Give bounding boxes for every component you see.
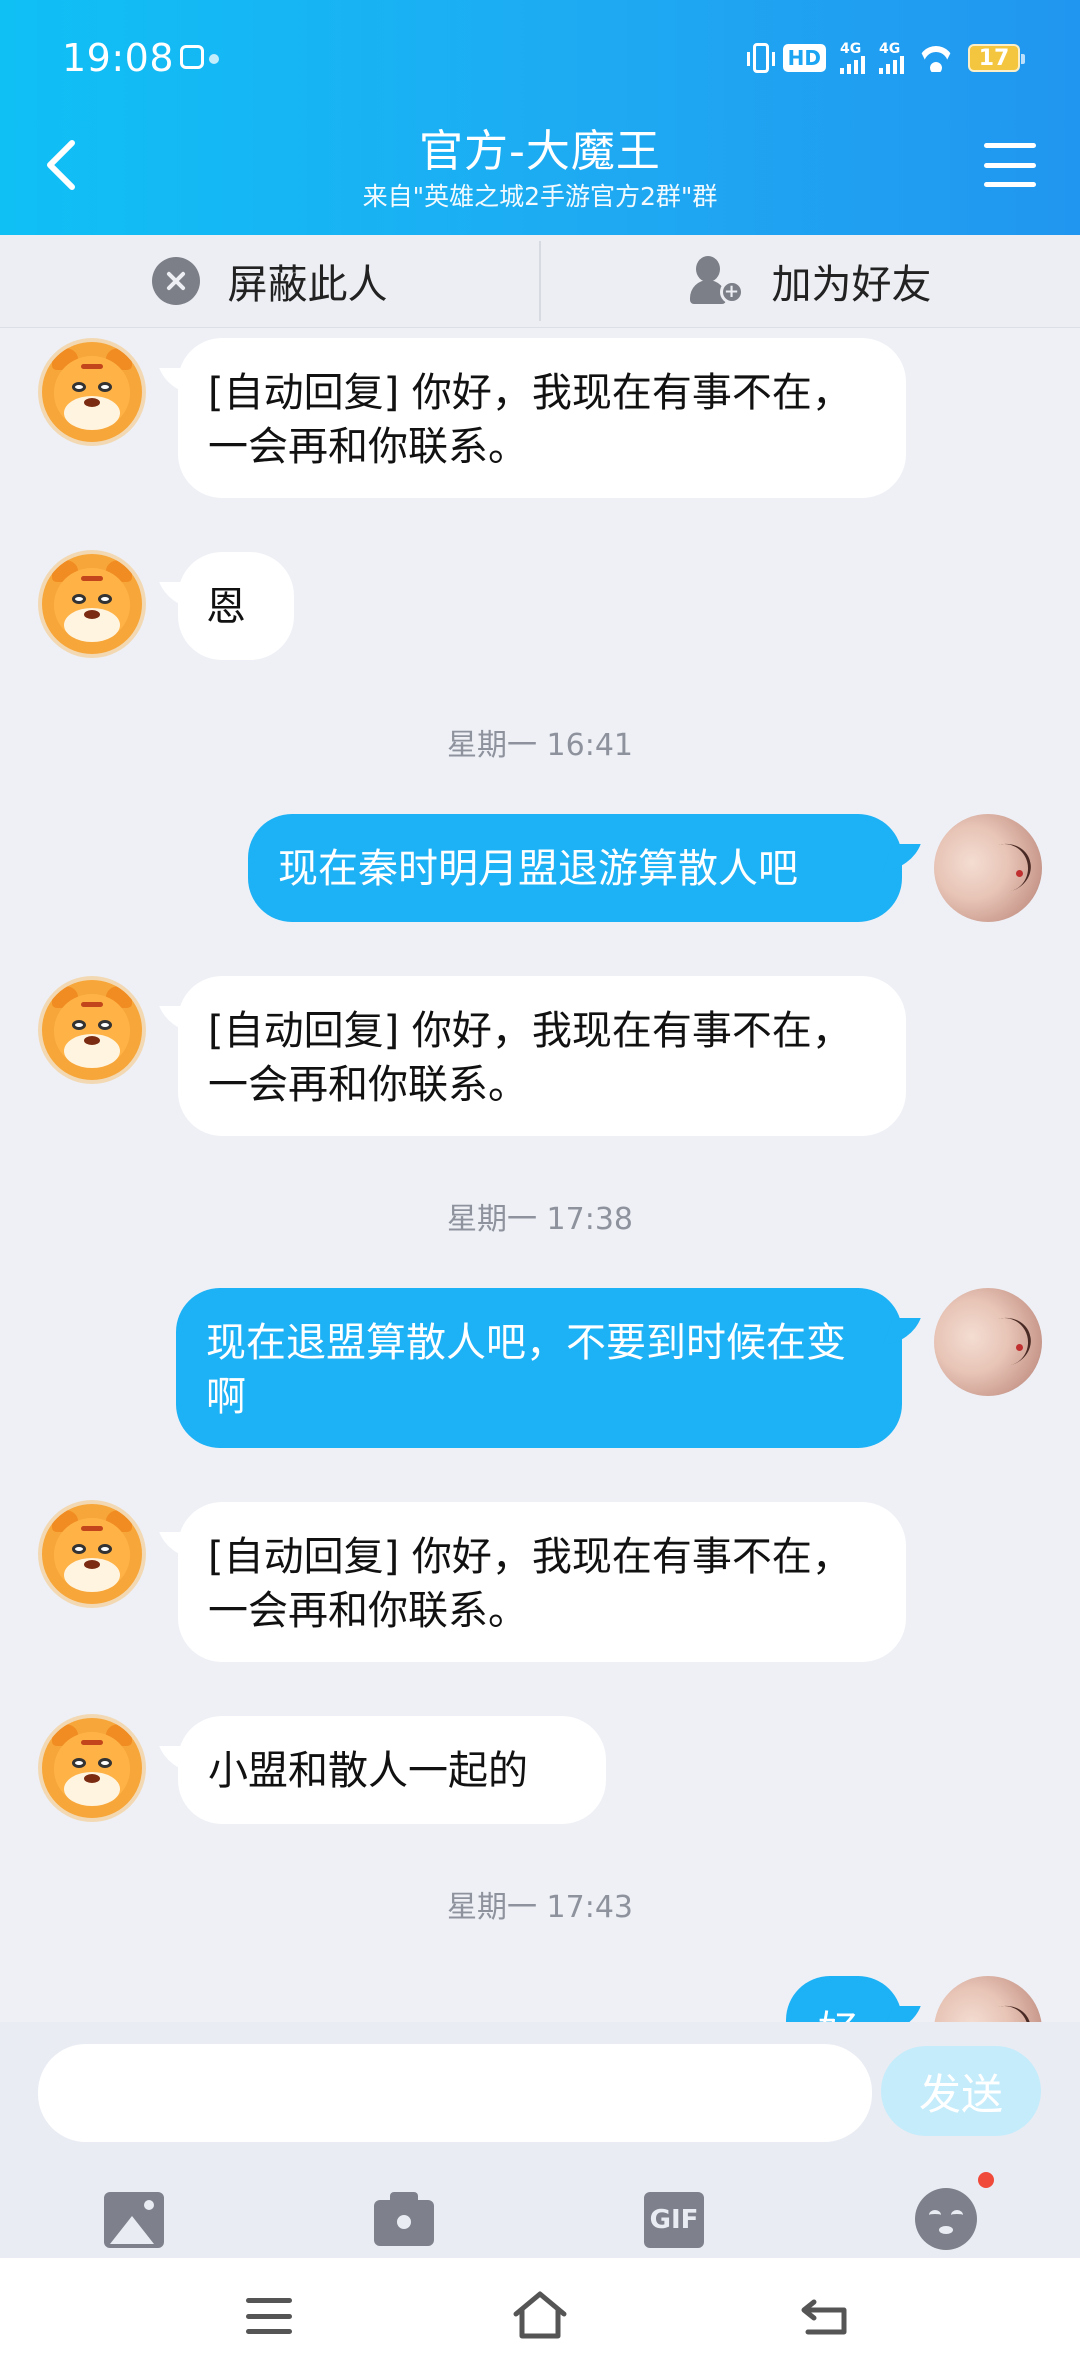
signal-icon-1: 4G: [840, 42, 865, 74]
message-timestamp: 星期一 16:41: [447, 728, 633, 763]
chat-header: 19:08 HD 4G 4G 17 官方-大魔王 来自"英雄之城2手游官方2群"…: [0, 0, 1080, 235]
emoji-icon[interactable]: [915, 2188, 977, 2250]
message-timestamp: 星期一 17:38: [447, 1202, 633, 1237]
battery-indicator: 17: [968, 44, 1025, 72]
contact-avatar[interactable]: [38, 550, 146, 658]
chat-subtitle: 来自"英雄之城2手游官方2群"群: [362, 182, 718, 211]
block-icon: [151, 257, 200, 305]
message-bubble[interactable]: 好: [786, 1976, 902, 2022]
message-bubble[interactable]: [自动回复] 你好，我现在有事不在，一会再和你联系。: [178, 976, 906, 1136]
block-user-button[interactable]: 屏蔽此人: [0, 235, 539, 327]
message-bubble[interactable]: 小盟和散人一起的: [178, 1716, 606, 1824]
user-avatar[interactable]: [934, 1976, 1042, 2022]
message-bubble[interactable]: 现在秦时明月盟退游算散人吧: [248, 814, 902, 922]
nav-home-icon[interactable]: [512, 2290, 568, 2340]
status-indicators: HD 4G 4G 17: [746, 38, 1025, 78]
chat-title: 官方-大魔王: [419, 126, 661, 177]
input-bar: 发送 GIF: [0, 2022, 1080, 2258]
image-icon[interactable]: [104, 2192, 164, 2248]
signal-icon-2: 4G: [879, 42, 904, 74]
contact-avatar[interactable]: [38, 1714, 146, 1822]
status-bar: 19:08 HD 4G 4G 17: [0, 0, 1080, 120]
add-friend-button[interactable]: + 加为好友: [541, 235, 1080, 327]
block-user-label: 屏蔽此人: [227, 262, 388, 308]
message-bubble[interactable]: [自动回复] 你好，我现在有事不在，一会再和你联系。: [178, 338, 906, 498]
notification-dot: [978, 2172, 994, 2188]
system-nav-bar: [0, 2258, 1080, 2376]
add-friend-label: 加为好友: [771, 262, 932, 308]
message-bubble[interactable]: 现在退盟算散人吧，不要到时候在变啊: [176, 1288, 902, 1448]
contact-avatar[interactable]: [38, 1500, 146, 1608]
contact-avatar[interactable]: [38, 338, 146, 446]
wifi-icon: [918, 44, 954, 72]
nav-back-icon[interactable]: [800, 2296, 850, 2336]
gif-icon[interactable]: GIF: [644, 2192, 704, 2248]
add-friend-icon: +: [689, 256, 744, 306]
status-time: 19:08: [62, 36, 175, 80]
action-bar: 屏蔽此人 + 加为好友: [0, 235, 1080, 328]
nav-menu-icon[interactable]: [246, 2298, 292, 2334]
send-button[interactable]: 发送: [881, 2046, 1041, 2136]
user-avatar[interactable]: [934, 1288, 1042, 1396]
signal-1-label: 4G: [840, 41, 862, 57]
menu-icon[interactable]: [984, 143, 1036, 187]
notification-app-icon: [180, 45, 219, 69]
hd-voice-icon: HD: [782, 44, 826, 72]
camera-icon[interactable]: [374, 2192, 434, 2248]
message-input[interactable]: [38, 2044, 872, 2142]
message-bubble[interactable]: 恩: [178, 552, 294, 660]
message-timestamp: 星期一 17:43: [447, 1890, 633, 1925]
title-block[interactable]: 官方-大魔王 来自"英雄之城2手游官方2群"群: [0, 124, 1080, 214]
message-bubble[interactable]: [自动回复] 你好，我现在有事不在，一会再和你联系。: [178, 1502, 906, 1662]
message-list[interactable]: [自动回复] 你好，我现在有事不在，一会再和你联系。 恩 星期一 16:41 现…: [0, 328, 1080, 2022]
user-avatar[interactable]: [934, 814, 1042, 922]
contact-avatar[interactable]: [38, 976, 146, 1084]
vibrate-icon: [746, 43, 775, 73]
signal-2-label: 4G: [879, 41, 901, 57]
